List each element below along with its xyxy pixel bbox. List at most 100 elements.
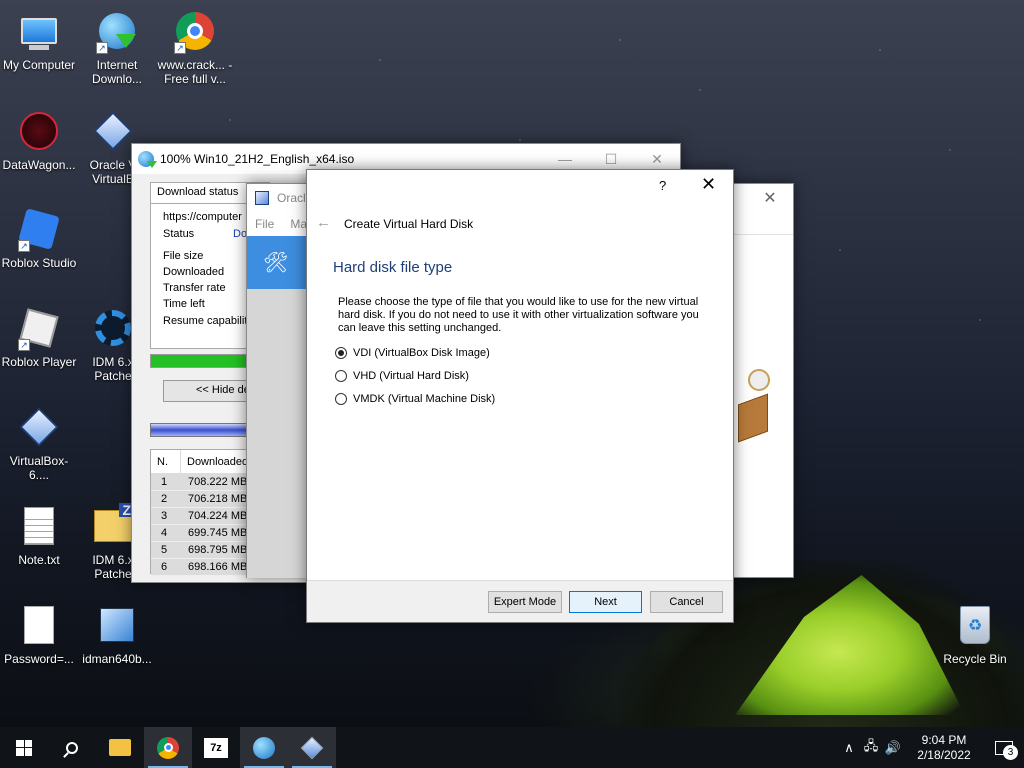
recycle-bin-icon (952, 602, 998, 648)
idm-icon: ↗ (94, 8, 140, 54)
radio-button[interactable] (335, 370, 347, 382)
start-button[interactable] (0, 727, 48, 768)
table-row[interactable]: 3 704.224 MB (151, 508, 249, 525)
volume-icon[interactable]: 🔊 (882, 740, 904, 756)
text-file-icon (16, 503, 62, 549)
roblox-player-icon: ↗ (16, 305, 62, 351)
taskbar-virtualbox[interactable] (288, 727, 336, 768)
desktop-icon-label: My Computer (2, 58, 76, 72)
shortcut-arrow-icon: ↗ (174, 42, 186, 54)
radio-label: VMDK (Virtual Machine Disk) (353, 393, 496, 405)
tools-icon: 🛠 (263, 252, 289, 274)
shortcut-arrow-icon: ↗ (18, 339, 30, 351)
desktop-icon-chrome-shortcut[interactable]: ↗ www.crack... - Free full v... (156, 8, 234, 86)
menu-item-file[interactable]: File (255, 217, 274, 231)
create-virtual-hard-disk-dialog: ? ✕ ← Create Virtual Hard Disk Hard disk… (306, 169, 734, 623)
taskbar-file-explorer[interactable] (96, 727, 144, 768)
radio-button[interactable] (335, 393, 347, 405)
chrome-icon: ↗ (172, 8, 218, 54)
column-header-downloaded[interactable]: Downloaded (181, 456, 248, 468)
desktop-icon-datawagon[interactable]: DataWagon... (0, 108, 78, 172)
idm-progress-bar (150, 354, 250, 368)
menu-item-machine[interactable]: Ma (290, 217, 307, 231)
radio-button-selected[interactable] (335, 347, 347, 359)
desktop-icon-note-txt[interactable]: Note.txt (0, 503, 78, 567)
gear-icon (90, 305, 136, 351)
search-icon (66, 741, 78, 754)
desktop-icon-roblox-player[interactable]: ↗ Roblox Player (0, 305, 78, 369)
idm-status-row: Status Do (163, 228, 247, 240)
idm-field-transfer-rate: Transfer rate (163, 282, 226, 294)
idm-icon (253, 736, 275, 759)
search-button[interactable] (48, 727, 96, 768)
desktop-icon-label: Internet Downlo... (91, 58, 143, 86)
idm-field-downloaded: Downloaded (163, 266, 225, 278)
expert-mode-button[interactable]: Expert Mode (488, 591, 562, 613)
computer-icon (16, 8, 62, 54)
7zip-icon: 7z (204, 737, 228, 758)
virtualbox-icon (90, 108, 136, 154)
maximize-icon[interactable]: ☐ (588, 151, 634, 168)
row-number: 4 (161, 527, 168, 539)
table-row[interactable]: 4 699.745 MB (151, 525, 249, 542)
desktop-icon-label: Roblox Studio (1, 256, 77, 270)
desktop-icon-label: DataWagon... (2, 158, 76, 172)
installer-icon (94, 602, 140, 648)
radio-vhd[interactable]: VHD (Virtual Hard Disk) (335, 370, 469, 382)
network-icon[interactable]: 🖧 (860, 737, 882, 759)
row-downloaded: 704.224 MB (188, 510, 248, 522)
desktop-icon-password-file[interactable]: Password=... (0, 602, 78, 666)
radio-vmdk[interactable]: VMDK (Virtual Machine Disk) (335, 393, 495, 405)
page-title: Hard disk file type (333, 259, 453, 276)
chevron-up-icon[interactable]: ∧ (838, 740, 860, 756)
table-row[interactable]: 2 706.218 MB (151, 491, 249, 508)
tools-item[interactable]: 🛠 (247, 236, 307, 289)
table-row[interactable]: 1 708.222 MB (151, 474, 249, 491)
wizard-caption: Create Virtual Hard Disk (344, 217, 474, 231)
radio-vdi[interactable]: VDI (VirtualBox Disk Image) (335, 347, 490, 359)
desktop-icon-label: Note.txt (18, 553, 60, 567)
file-icon (16, 602, 62, 648)
clock-time: 9:04 PM (921, 732, 967, 747)
clock-date: 2/18/2022 (917, 747, 971, 762)
row-number: 2 (161, 493, 168, 505)
action-center-button[interactable]: 3 (984, 727, 1024, 768)
clock[interactable]: 9:04 PM 2/18/2022 (904, 733, 984, 763)
column-header-number[interactable]: N. (151, 450, 181, 473)
taskbar-7zip[interactable]: 7z (192, 727, 240, 768)
close-icon[interactable]: ✕ (634, 151, 680, 168)
vm-list-panel (247, 289, 307, 578)
row-number: 3 (161, 510, 168, 522)
idm-field-resume-capability: Resume capability (163, 315, 253, 327)
desktop-icon-idman-setup[interactable]: idman640b... (78, 602, 156, 666)
desktop-icon-recycle-bin[interactable]: Recycle Bin (936, 602, 1014, 666)
desktop-icon-my-computer[interactable]: My Computer (0, 8, 78, 72)
desktop-icon-virtualbox-installer[interactable]: VirtualBox-6.... (0, 404, 78, 482)
cancel-button[interactable]: Cancel (650, 591, 723, 613)
minimize-icon[interactable]: — (542, 151, 588, 168)
table-row[interactable]: 5 698.795 MB (151, 542, 249, 559)
idm-status-label: Status (163, 228, 195, 240)
row-number: 1 (161, 476, 168, 488)
taskbar-idm[interactable] (240, 727, 288, 768)
datawagon-icon (16, 108, 62, 154)
table-row[interactable]: 6 698.166 MB (151, 559, 249, 576)
system-tray: ∧ 🖧 🔊 9:04 PM 2/18/2022 3 (838, 727, 1024, 768)
windows-logo-icon (16, 739, 32, 756)
taskbar-chrome[interactable] (144, 727, 192, 768)
desktop-icon-roblox-studio[interactable]: ↗ Roblox Studio (0, 206, 78, 270)
taskbar: 7z ∧ 🖧 🔊 9:04 PM 2/18/2022 3 (0, 727, 1024, 768)
desktop-icon-label: Roblox Player (1, 355, 77, 369)
zip-folder-icon: Z (90, 503, 136, 549)
desktop-icon-label: VirtualBox-6.... (9, 454, 69, 482)
row-downloaded: 698.795 MB (188, 544, 248, 556)
shortcut-arrow-icon: ↗ (96, 42, 108, 54)
back-arrow-icon[interactable]: ← (316, 214, 331, 231)
desktop-icon-internet-download-manager[interactable]: ↗ Internet Downlo... (78, 8, 156, 86)
dialog-title-bar[interactable]: ? ✕ (307, 170, 733, 200)
help-icon[interactable]: ? (659, 178, 666, 193)
close-icon[interactable]: ✕ (747, 188, 793, 208)
row-downloaded: 708.222 MB (188, 476, 248, 488)
close-icon[interactable]: ✕ (701, 175, 716, 193)
next-button[interactable]: Next (569, 591, 642, 613)
